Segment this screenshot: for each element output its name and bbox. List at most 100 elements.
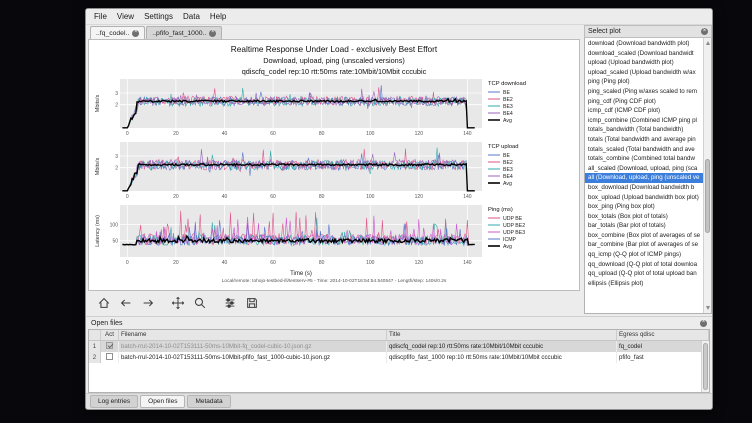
- svg-text:60: 60: [270, 194, 276, 200]
- menu-item[interactable]: Data: [178, 11, 205, 22]
- plot-list-item[interactable]: qq_icmp (Q-Q plot of ICMP pings): [585, 250, 703, 260]
- select-plot-title: Select plot: [588, 28, 621, 35]
- plot-list-item[interactable]: download (Download bandwidth plot): [585, 39, 703, 49]
- svg-text:0: 0: [126, 260, 129, 266]
- plot-list-item[interactable]: ping_scaled (Ping w/axes scaled to rem: [585, 87, 703, 97]
- open-file-row[interactable]: 2 batch-rrul-2014-10-02T153111-50ms-10Mb…: [89, 352, 709, 363]
- legend-entry: BE: [503, 153, 510, 159]
- active-checkbox[interactable]: [106, 353, 113, 360]
- menu-item[interactable]: Settings: [139, 11, 178, 22]
- plot-list-item[interactable]: ellipsis (Ellipsis plot): [585, 279, 703, 289]
- scroll-up-arrow-icon[interactable]: [706, 41, 710, 45]
- svg-text:3: 3: [115, 91, 118, 97]
- plot-config-title: qdiscfq_codel rep:10 rtt:50ms rate:10Mbi…: [89, 67, 579, 76]
- plot-list-item[interactable]: icmp_cdf (ICMP CDF plot): [585, 106, 703, 116]
- legend-title: TCP download: [488, 81, 526, 87]
- svg-text:140: 140: [463, 260, 472, 266]
- legend-title: Ping (ms): [488, 207, 513, 213]
- svg-text:2: 2: [115, 165, 118, 171]
- svg-text:40: 40: [222, 131, 228, 137]
- scroll-down-arrow-icon[interactable]: [706, 306, 710, 310]
- document-tab[interactable]: ..pfifo_fast_1000..: [146, 26, 222, 39]
- menu-item[interactable]: Help: [205, 11, 231, 22]
- bottom-tab[interactable]: Log entries: [90, 395, 138, 408]
- svg-text:20: 20: [173, 131, 179, 137]
- tab-close-icon[interactable]: [209, 30, 216, 37]
- col-header-index[interactable]: [89, 330, 101, 340]
- plot-list-item[interactable]: box_download (Download bandwidth b: [585, 183, 703, 193]
- active-checkbox[interactable]: [106, 342, 113, 349]
- plot-list-item[interactable]: upload (Upload bandwidth plot): [585, 58, 703, 68]
- col-header-act[interactable]: Act: [101, 330, 119, 340]
- document-tab[interactable]: ..fq_codel..: [90, 26, 145, 39]
- svg-text:80: 80: [319, 260, 325, 266]
- plot-list-item[interactable]: box_upload (Upload bandwidth box plot): [585, 193, 703, 203]
- legend-entry: Avg: [503, 181, 512, 187]
- legend-entry: Avg: [503, 118, 512, 124]
- pan-button[interactable]: [168, 294, 187, 312]
- plot-column: ..fq_codel.. ..pfifo_fast_1000.. Realtim…: [88, 25, 582, 316]
- plot-list-scrollbar[interactable]: [703, 38, 711, 313]
- panel-close-icon[interactable]: [701, 28, 708, 35]
- bottom-tab[interactable]: Open files: [140, 395, 185, 408]
- col-header-egress[interactable]: Egress qdisc: [617, 330, 709, 340]
- plot-caption: Local/remote: tohojo-testbed-ifi/testser…: [89, 279, 579, 284]
- menu-item[interactable]: View: [112, 11, 139, 22]
- title-cell: qdiscfq_codel rep:10 rtt:50ms rate:10Mbi…: [387, 341, 617, 352]
- zoom-icon: [193, 296, 207, 310]
- legend-entry: BE4: [503, 174, 513, 180]
- open-files-close-icon[interactable]: [700, 320, 707, 327]
- plot-list-item[interactable]: qq_upload (Q-Q plot of total upload ban: [585, 269, 703, 279]
- col-header-filename[interactable]: Filename: [119, 330, 387, 340]
- plot-list-item[interactable]: download_scaled (Download bandwidt: [585, 49, 703, 59]
- plot-list-item[interactable]: totals_scaled (Total bandwidth and ave: [585, 145, 703, 155]
- plot-list-item[interactable]: ping (Ping plot): [585, 77, 703, 87]
- svg-text:100: 100: [110, 222, 119, 228]
- table-scrollbar[interactable]: [701, 341, 709, 392]
- svg-text:50: 50: [112, 239, 118, 245]
- plot-list-item[interactable]: icmp_combine (Combined ICMP ping pl: [585, 116, 703, 126]
- subplots: 02040608010012014023Mbits/sTCP downloadB…: [89, 76, 579, 278]
- plot-list-item[interactable]: all_scaled (Download, upload, ping (sca: [585, 164, 703, 174]
- title-cell: qdiscpfifo_fast_1000 rep:10 rtt:50ms rat…: [387, 352, 617, 363]
- open-file-row[interactable]: 1 batch-rrul-2014-10-02T153111-50ms-10Mb…: [89, 341, 709, 352]
- home-button[interactable]: [94, 294, 113, 312]
- legend-entry: Avg: [503, 244, 512, 250]
- legend-entry: BE4: [503, 111, 513, 117]
- open-files-table: Act Filename Title Egress qdisc 1 batch-…: [88, 329, 710, 393]
- scrollbar-thumb[interactable]: [705, 159, 710, 233]
- plot-canvas[interactable]: Realtime Response Under Load - exclusive…: [88, 39, 580, 291]
- select-plot-header: Select plot: [584, 25, 712, 38]
- back-icon: [119, 296, 133, 310]
- plot-list-item[interactable]: totals (Total bandwidth and average pin: [585, 135, 703, 145]
- plot-list-item[interactable]: bar_combine (Bar plot of averages of se: [585, 240, 703, 250]
- menu-item[interactable]: File: [89, 11, 112, 22]
- plot-list-item[interactable]: totals_bandwidth (Total bandwidth): [585, 125, 703, 135]
- plot-list-item[interactable]: ping_cdf (Ping CDF plot): [585, 97, 703, 107]
- open-files-title: Open files: [91, 320, 123, 327]
- plot-list-item[interactable]: box_totals (Box plot of totals): [585, 212, 703, 222]
- zoom-button[interactable]: [190, 294, 209, 312]
- save-button[interactable]: [242, 294, 261, 312]
- plot-list-item[interactable]: box_ping (Ping box plot): [585, 202, 703, 212]
- table-scrollbar-thumb[interactable]: [703, 343, 708, 390]
- plot-list-item[interactable]: qq_download (Q-Q plot of total downloa: [585, 260, 703, 270]
- svg-text:0: 0: [126, 194, 129, 200]
- open-files-header: Open files: [86, 317, 712, 329]
- y-axis-label: Mbits/s: [95, 158, 101, 176]
- svg-text:20: 20: [173, 260, 179, 266]
- col-header-title[interactable]: Title: [387, 330, 617, 340]
- plot-list-item[interactable]: upload_scaled (Upload bandwidth w/ax: [585, 68, 703, 78]
- plot-list-item[interactable]: box_combine (Box plot of averages of se: [585, 231, 703, 241]
- plot-list-item[interactable]: all (Download, upload, ping (unscaled ve: [585, 173, 703, 183]
- plot-list-item[interactable]: bar_totals (Bar plot of totals): [585, 221, 703, 231]
- forward-icon: [141, 296, 155, 310]
- bottom-tab[interactable]: Metadata: [187, 395, 230, 408]
- tab-close-icon[interactable]: [132, 30, 139, 37]
- legend-entry: BE3: [503, 167, 513, 173]
- configure-subplots-button[interactable]: [220, 294, 239, 312]
- back-button[interactable]: [116, 294, 135, 312]
- plot-list-item[interactable]: totals_combine (Combined total bandw: [585, 154, 703, 164]
- svg-text:0: 0: [126, 131, 129, 137]
- forward-button[interactable]: [138, 294, 157, 312]
